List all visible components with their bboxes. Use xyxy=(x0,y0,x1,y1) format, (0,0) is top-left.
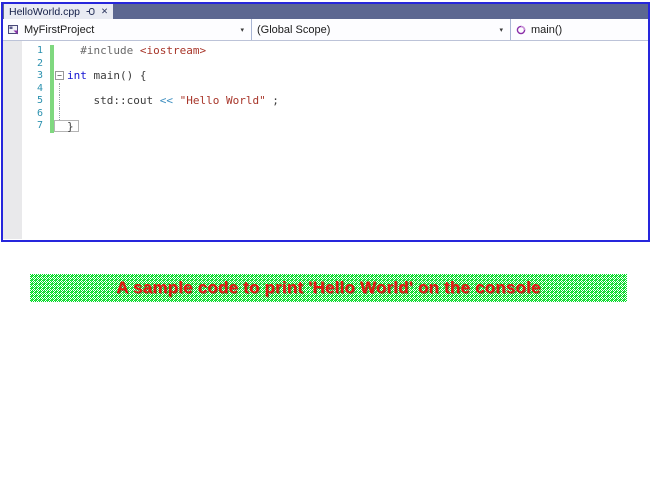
outline-guide-line xyxy=(54,82,67,96)
line-number: 1 xyxy=(36,45,43,56)
chevron-down-icon[interactable]: ▾ xyxy=(499,26,505,34)
code-line: 3 − int main() { xyxy=(3,69,648,83)
outline-margin: − xyxy=(54,70,67,83)
line-number: 7 xyxy=(36,120,43,131)
project-dropdown[interactable]: MyFirstProject ▾ xyxy=(3,19,252,40)
tab-helloworld-cpp[interactable]: HelloWorld.cpp ✕ xyxy=(4,4,114,19)
project-icon xyxy=(8,24,19,35)
code-text: } xyxy=(54,120,79,133)
outline-guide-line xyxy=(54,107,67,121)
code-editor-window: HelloWorld.cpp ✕ MyFirstProject ▾ (Globa… xyxy=(1,2,650,242)
line-number: 6 xyxy=(36,107,43,119)
document-tab-bar: HelloWorld.cpp ✕ xyxy=(3,4,648,19)
code-text: std::cout << "Hello World" ; xyxy=(67,94,279,107)
project-dropdown-value: MyFirstProject xyxy=(24,23,95,36)
outline-margin xyxy=(54,45,67,58)
tab-title: HelloWorld.cpp xyxy=(9,5,81,18)
member-dropdown-value: main() xyxy=(531,23,563,36)
code-lines: 1 #include <iostream> 2 3 − int main() { xyxy=(3,41,648,133)
chevron-down-icon[interactable]: ▾ xyxy=(240,26,246,34)
code-line: 1 #include <iostream> xyxy=(3,44,648,58)
line-number: 3 xyxy=(36,70,43,81)
code-text: int main() { xyxy=(67,69,147,82)
scope-dropdown-value: (Global Scope) xyxy=(257,23,331,36)
caption-banner: A sample code to print 'Hello World' on … xyxy=(30,274,627,302)
member-dropdown[interactable]: main() xyxy=(511,19,648,40)
code-text: #include <iostream> xyxy=(67,44,207,57)
code-line: 7 } xyxy=(3,120,648,133)
close-icon[interactable]: ✕ xyxy=(101,7,108,16)
collapse-region-icon[interactable]: − xyxy=(55,71,64,80)
code-line: 6 xyxy=(3,107,648,121)
method-icon xyxy=(516,25,526,35)
pin-icon[interactable] xyxy=(86,7,95,16)
line-number: 4 xyxy=(36,82,43,94)
line-number: 5 xyxy=(36,95,43,106)
outline-guide-line xyxy=(54,95,67,108)
line-number: 2 xyxy=(36,57,43,69)
outline-margin xyxy=(54,58,67,71)
code-line: 5 std::cout << "Hello World" ; xyxy=(3,94,648,108)
scope-dropdown[interactable]: (Global Scope) ▾ xyxy=(252,19,511,40)
code-text-area[interactable]: 1 #include <iostream> 2 3 − int main() { xyxy=(3,41,648,239)
navigation-bar: MyFirstProject ▾ (Global Scope) ▾ main() xyxy=(3,19,648,41)
caption-text: A sample code to print 'Hello World' on … xyxy=(116,278,541,297)
outline-margin xyxy=(54,120,67,133)
